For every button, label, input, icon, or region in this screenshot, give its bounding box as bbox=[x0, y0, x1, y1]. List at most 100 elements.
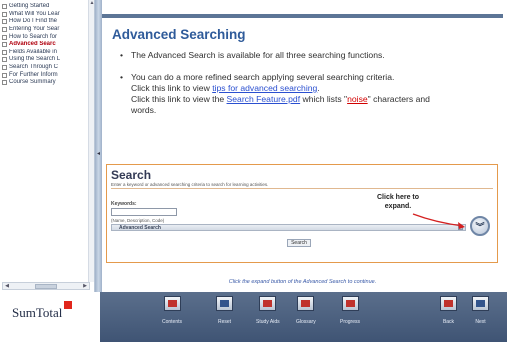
callout-line: expand. bbox=[384, 203, 412, 210]
nav-label: Reset bbox=[217, 319, 232, 325]
callout-line: Click here to bbox=[377, 194, 420, 201]
nav-label: Study Aids bbox=[256, 319, 280, 325]
glossary-icon bbox=[297, 296, 315, 311]
toc-item-label: Course Summary bbox=[9, 79, 56, 86]
toc-item-how-do-i-find[interactable]: How Do I Find the bbox=[2, 18, 90, 26]
toc-panel: Getting Started What Will You Lear How D… bbox=[0, 0, 95, 292]
reset-button[interactable]: Reset bbox=[216, 296, 233, 336]
checkbox-icon bbox=[2, 80, 7, 86]
expand-button[interactable]: ︾ bbox=[470, 216, 490, 236]
nav-label: Contents bbox=[162, 319, 183, 325]
checkbox-icon bbox=[2, 57, 7, 63]
toc-item-label: Entering Your Sear bbox=[9, 26, 60, 33]
instruction-note: Click the expand button of the Advanced … bbox=[228, 279, 377, 285]
bullet-icon: • bbox=[120, 72, 124, 82]
scroll-left-icon[interactable]: ◀ bbox=[3, 283, 11, 289]
back-button[interactable]: Back bbox=[440, 296, 457, 336]
panel-divider[interactable]: ◂ bbox=[95, 0, 102, 292]
keywords-input[interactable] bbox=[111, 208, 177, 216]
search-feature-pdf-link[interactable]: Search Feature.pdf bbox=[227, 94, 301, 104]
bottom-bar: SumTotal Contents Reset Study Aids Gloss… bbox=[0, 292, 507, 342]
nav-label: Progress bbox=[340, 319, 361, 325]
toc-item-entering-your-search[interactable]: Entering Your Sear bbox=[2, 26, 90, 34]
bullet-line-text: which lists " bbox=[300, 94, 348, 104]
scroll-right-icon[interactable]: ▶ bbox=[81, 283, 89, 289]
bullet-text-block: You can do a more refined search applyin… bbox=[131, 72, 471, 116]
study-aids-icon bbox=[259, 296, 277, 311]
keywords-label: Keywords: bbox=[111, 201, 137, 207]
main-content: Advanced Searching • The Advanced Search… bbox=[102, 0, 503, 292]
toc-item-getting-started[interactable]: Getting Started bbox=[2, 3, 90, 11]
checkbox-icon bbox=[2, 19, 7, 25]
toc-item-label: How to Search for bbox=[9, 33, 58, 40]
toc-item-label: Advanced Searc bbox=[9, 41, 56, 48]
toc-item-course-summary[interactable]: Course Summary bbox=[2, 79, 90, 87]
search-button[interactable]: Search bbox=[287, 239, 311, 247]
toc-item-label: For Further Inform bbox=[9, 71, 58, 78]
contents-icon bbox=[163, 296, 181, 311]
advanced-search-label: Advanced Search bbox=[119, 225, 161, 231]
toc-item-label: Using the Search L bbox=[9, 56, 61, 63]
toc-item-label: Fields Available in bbox=[9, 48, 57, 55]
toc-item-label: Search Through C bbox=[9, 64, 58, 71]
tips-link[interactable]: tips for advanced searching bbox=[212, 83, 317, 93]
header-strip bbox=[102, 14, 503, 18]
next-icon bbox=[472, 296, 489, 311]
bullet-icon: • bbox=[120, 50, 124, 60]
toc-horizontal-scrollbar[interactable]: ◀ ▶ bbox=[2, 282, 90, 290]
toc-item-search-through[interactable]: Search Through C bbox=[2, 64, 90, 72]
search-panel: Search Enter a keyword or advanced searc… bbox=[106, 164, 498, 263]
glossary-button[interactable]: Glossary bbox=[296, 296, 316, 336]
checkbox-icon bbox=[2, 42, 7, 48]
bullet-text: The Advanced Search is available for all… bbox=[131, 50, 385, 60]
bullet-line-text: " characters and bbox=[367, 94, 430, 104]
reset-icon bbox=[216, 296, 233, 311]
next-button[interactable]: Next bbox=[472, 296, 489, 336]
toc-item-advanced-searching[interactable]: Advanced Searc bbox=[2, 41, 90, 49]
checkbox-icon bbox=[2, 34, 7, 40]
keywords-hint: (Name, Description, Code) bbox=[111, 218, 165, 223]
bullet-line-text: Click this link to view the bbox=[131, 94, 227, 104]
contents-button[interactable]: Contents bbox=[162, 296, 182, 336]
toc-item-label: What Will You Lear bbox=[9, 10, 60, 17]
search-instruction: Enter a keyword or advanced searching cr… bbox=[111, 182, 269, 187]
progress-button[interactable]: Progress bbox=[340, 296, 360, 336]
nav-label: Glossary bbox=[296, 319, 316, 325]
double-chevron-down-icon: ︾ bbox=[475, 221, 485, 232]
toc-item-how-to-search[interactable]: How to Search for bbox=[2, 33, 90, 41]
course-navbar: Contents Reset Study Aids Glossary Progr… bbox=[100, 292, 507, 342]
toc-item-label: How Do I Find the bbox=[9, 18, 58, 25]
search-title: Search bbox=[111, 168, 152, 182]
collapse-handle-icon[interactable]: ◂ bbox=[96, 150, 101, 160]
nav-label: Back bbox=[442, 319, 455, 325]
checkbox-icon bbox=[2, 11, 7, 17]
toc-list: Getting Started What Will You Lear How D… bbox=[2, 3, 90, 87]
checkbox-icon bbox=[2, 4, 7, 10]
divider bbox=[111, 188, 493, 189]
study-aids-button[interactable]: Study Aids bbox=[256, 296, 280, 336]
scrollbar-thumb[interactable] bbox=[35, 283, 57, 289]
toc-item-further-information[interactable]: For Further Inform bbox=[2, 71, 90, 79]
bullet-line: words. bbox=[131, 105, 157, 115]
sumtotal-logo: SumTotal bbox=[12, 305, 63, 320]
toc-item-what-will-you-learn[interactable]: What Will You Lear bbox=[2, 11, 90, 19]
callout-arrow-icon bbox=[412, 213, 465, 229]
bullet-line-text: Click this link to view bbox=[131, 83, 213, 93]
back-icon bbox=[440, 296, 457, 311]
checkbox-icon bbox=[2, 49, 7, 55]
toc-vertical-scrollbar[interactable]: ▲ bbox=[88, 0, 94, 282]
callout-text: Click here to expand. bbox=[377, 193, 419, 211]
progress-icon bbox=[341, 296, 359, 311]
bullet-line: Click this link to view tips for advance… bbox=[131, 83, 471, 94]
nav-label: Next bbox=[475, 319, 486, 325]
checkbox-icon bbox=[2, 65, 7, 71]
toc-item-using-the-search[interactable]: Using the Search L bbox=[2, 56, 90, 64]
page-title: Advanced Searching bbox=[112, 27, 246, 42]
toc-item-fields-available[interactable]: Fields Available in bbox=[2, 49, 90, 57]
bullet-line: You can do a more refined search applyin… bbox=[131, 72, 395, 82]
bullet-line: Click this link to view the Search Featu… bbox=[131, 94, 471, 105]
noise-link[interactable]: noise bbox=[347, 94, 368, 104]
logo-mark-icon bbox=[64, 301, 72, 309]
checkbox-icon bbox=[2, 27, 7, 33]
toc-item-label: Getting Started bbox=[9, 3, 50, 10]
